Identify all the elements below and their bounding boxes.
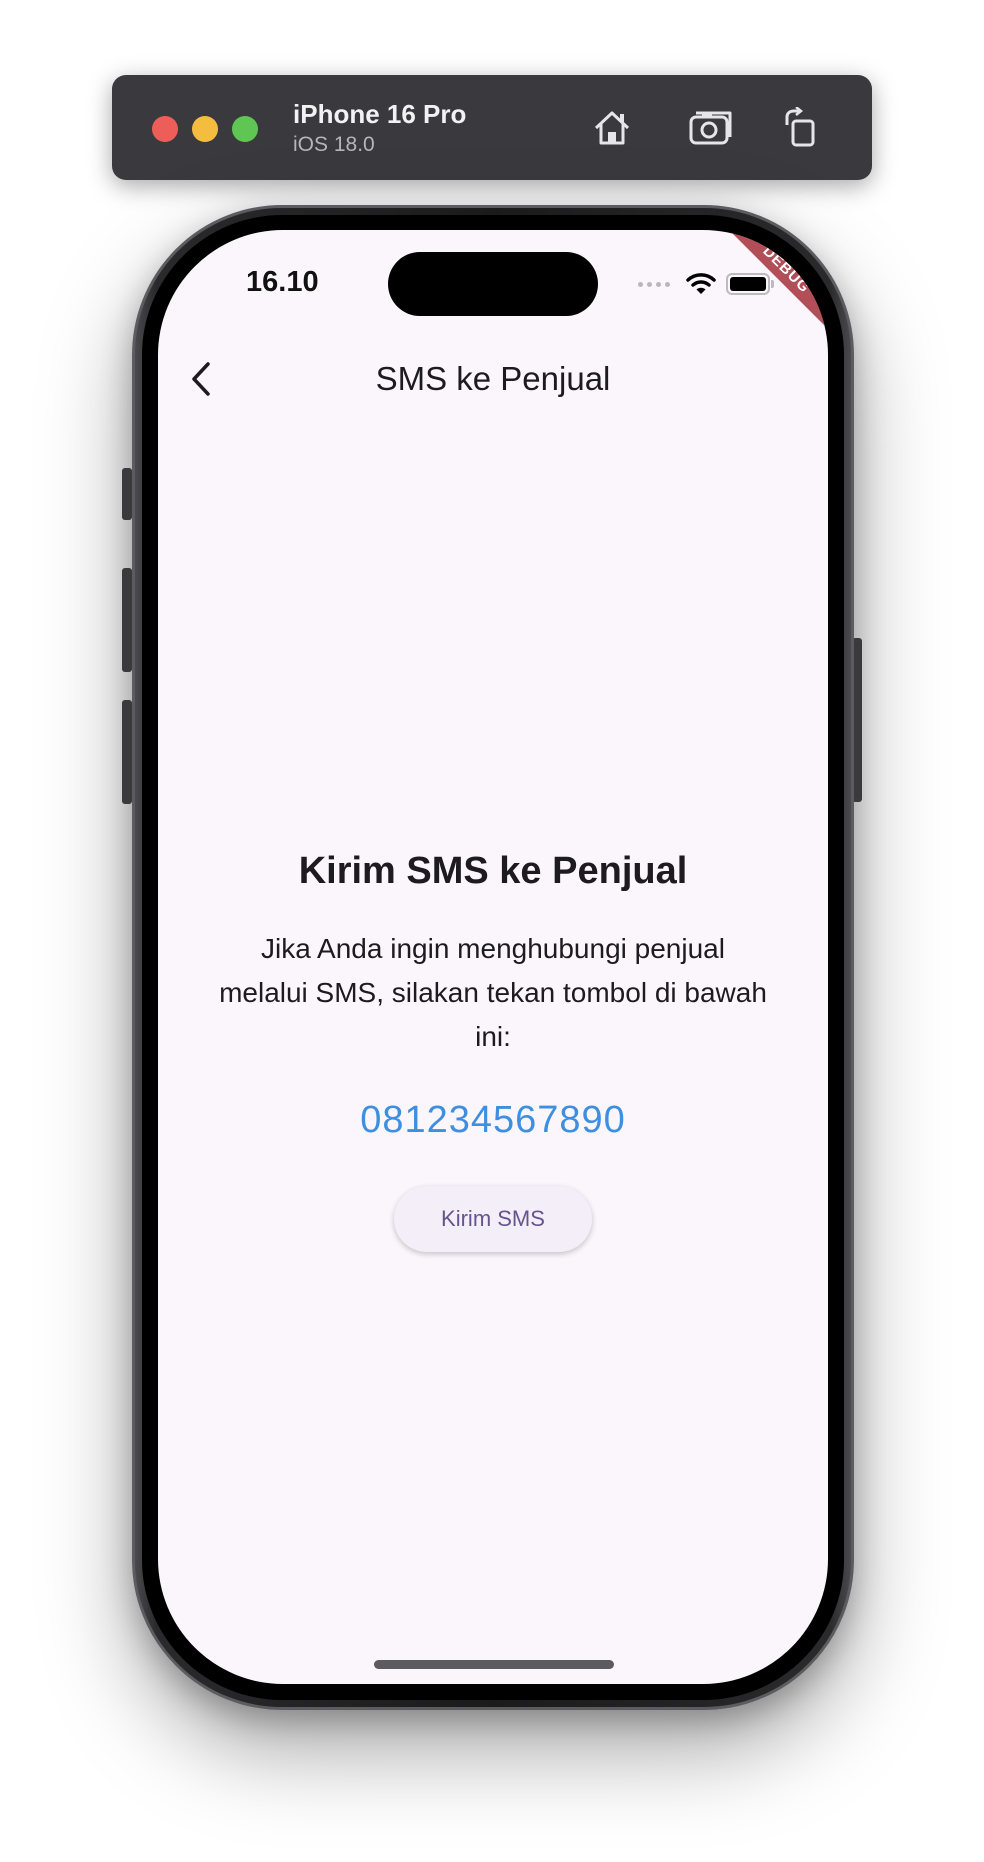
battery-icon (726, 273, 774, 295)
home-icon (594, 111, 630, 145)
rotate-icon (785, 107, 815, 147)
app-screen: 16.10 DEBUG SMS ke Penjual Kirim SMS ke … (158, 230, 828, 1684)
device-name: iPhone 16 Pro (293, 99, 467, 129)
screenshot-button[interactable] (686, 103, 736, 153)
headline: Kirim SMS ke Penjual (298, 850, 688, 892)
minimize-window-button[interactable] (192, 116, 218, 142)
cellular-signal-icon (638, 281, 670, 287)
device-os-version: iOS 18.0 (293, 133, 375, 156)
wifi-icon (686, 273, 716, 294)
close-window-button[interactable] (152, 116, 178, 142)
zoom-window-button[interactable] (232, 116, 258, 142)
home-indicator[interactable] (374, 1660, 614, 1669)
sms-content: Kirim SMS ke Penjual Jika Anda ingin men… (158, 850, 828, 1252)
page-title: SMS ke Penjual (375, 360, 611, 397)
simulator-toolbar: iPhone 16 Pro iOS 18.0 (112, 75, 872, 180)
description-text: Jika Anda ingin menghubungi penjual mela… (219, 933, 767, 1052)
send-sms-button[interactable]: Kirim SMS (394, 1186, 592, 1252)
home-button[interactable] (587, 103, 637, 153)
dynamic-island (388, 252, 598, 316)
rotate-button[interactable] (776, 103, 826, 153)
action-button[interactable] (122, 468, 132, 520)
volume-down-button[interactable] (122, 700, 132, 804)
seller-phone-number: 081234567890 (360, 1099, 626, 1141)
screenshot-icon (689, 111, 732, 145)
volume-up-button[interactable] (122, 568, 132, 672)
status-icons (638, 272, 774, 296)
status-time: 16.10 (246, 266, 319, 298)
